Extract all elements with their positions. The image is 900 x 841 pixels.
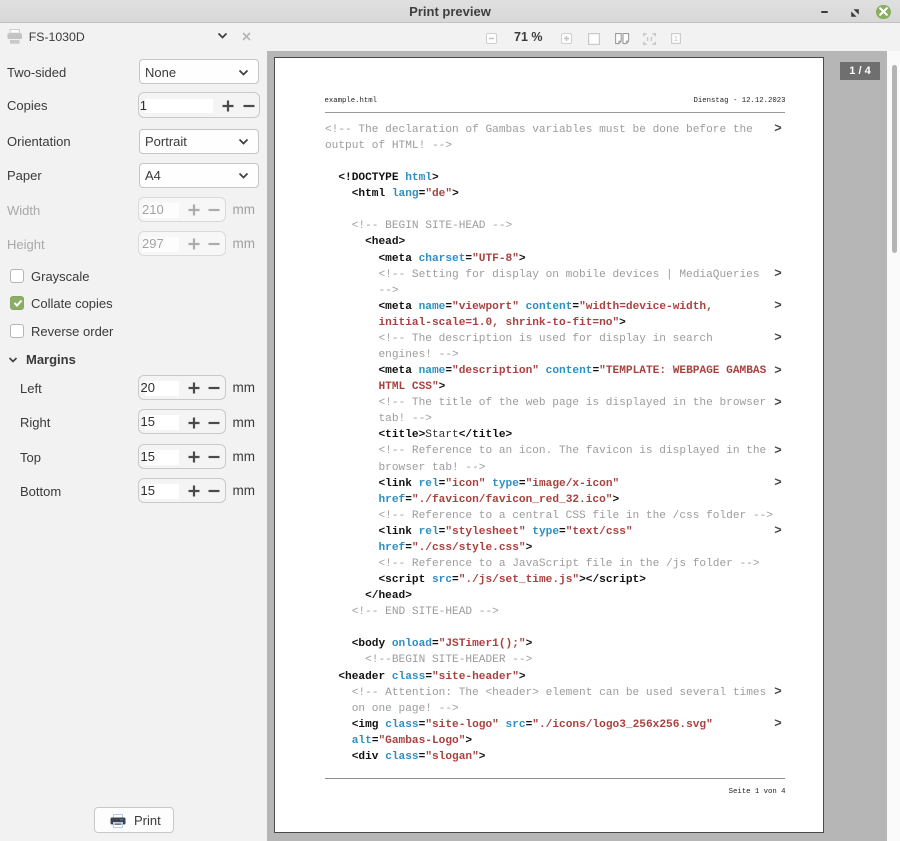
svg-text:1: 1: [673, 34, 677, 43]
